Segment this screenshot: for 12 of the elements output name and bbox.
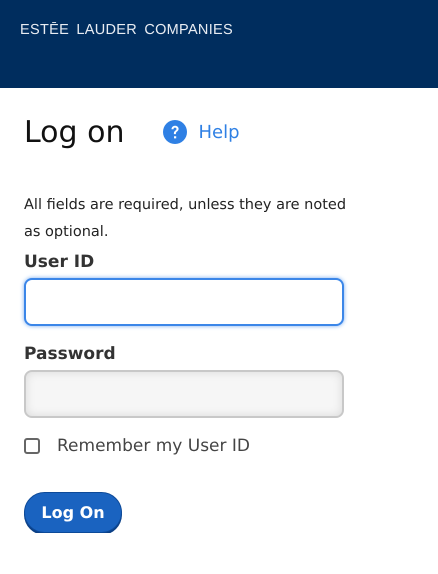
input-field[interactable]	[24, 278, 344, 326]
logo: ESTĒE LAUDER COMPANIES	[20, 22, 233, 38]
field-label: User ID	[24, 252, 96, 272]
checkbox-label: Remember my User ID	[57, 436, 250, 456]
remember-checkbox[interactable]	[24, 438, 40, 454]
page-title: Log on	[24, 114, 124, 150]
field-label: Password	[24, 344, 117, 364]
help-icon	[162, 120, 186, 144]
input-field[interactable]	[24, 370, 344, 418]
instructions-text: All fields are required, unless they are noted as optional.	[24, 196, 348, 242]
help-link[interactable]: Help	[162, 120, 240, 144]
log-on-button[interactable]: Log On	[24, 492, 122, 533]
